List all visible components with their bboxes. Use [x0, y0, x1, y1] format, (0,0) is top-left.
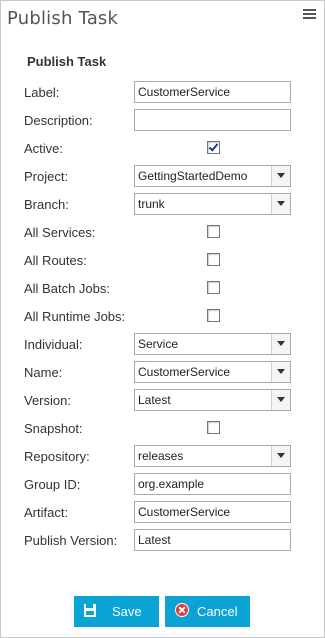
version-field-label: Version: [24, 393, 71, 408]
repository-select-value: releases [138, 449, 184, 463]
branch-select[interactable]: trunk [134, 193, 291, 215]
version-select-value: Latest [138, 393, 171, 407]
group-id-field-label: Group ID: [24, 477, 81, 492]
all-services-row: All Services: [1, 221, 324, 243]
project-select-value: GettingStartedDemo [138, 169, 248, 183]
section-title: Publish Task [27, 54, 107, 69]
label-input[interactable]: CustomerService [134, 81, 291, 103]
repository-row: Repository: releases [1, 445, 324, 467]
chevron-down-icon[interactable] [271, 194, 290, 214]
active-checkbox[interactable] [207, 141, 220, 154]
publish-version-row: Publish Version: Latest [1, 529, 324, 551]
description-row: Description: [1, 109, 324, 131]
name-row: Name: CustomerService [1, 361, 324, 383]
project-select[interactable]: GettingStartedDemo [134, 165, 291, 187]
chevron-down-icon[interactable] [271, 362, 290, 382]
group-id-row: Group ID: org.example [1, 473, 324, 495]
artifact-row: Artifact: CustomerService [1, 501, 324, 523]
group-id-input[interactable]: org.example [134, 473, 291, 495]
publish-version-field-label: Publish Version: [24, 533, 118, 548]
all-services-checkbox[interactable] [207, 225, 220, 238]
active-field-label: Active: [24, 141, 64, 156]
save-button[interactable]: Save [74, 596, 159, 627]
project-field-label: Project: [24, 169, 69, 184]
publish-task-panel: Publish Task Publish Task Label: Custome… [0, 0, 325, 638]
hamburger-menu-icon[interactable] [303, 9, 316, 21]
panel-title: Publish Task [7, 8, 119, 29]
active-row: Active: [1, 137, 324, 159]
chevron-down-icon[interactable] [271, 390, 290, 410]
all-runtime-jobs-checkbox[interactable] [207, 309, 220, 322]
chevron-down-icon[interactable] [271, 166, 290, 186]
repository-select[interactable]: releases [134, 445, 291, 467]
cancel-button-label: Cancel [197, 604, 238, 619]
all-routes-field-label: All Routes: [24, 253, 87, 268]
all-runtime-jobs-field-label: All Runtime Jobs: [24, 309, 126, 324]
version-select[interactable]: Latest [134, 389, 291, 411]
individual-select[interactable]: Service [134, 333, 291, 355]
individual-row: Individual: Service [1, 333, 324, 355]
branch-select-value: trunk [138, 197, 165, 211]
all-batch-jobs-checkbox[interactable] [207, 281, 220, 294]
label-row: Label: CustomerService [1, 81, 324, 103]
save-button-label: Save [112, 604, 142, 619]
snapshot-row: Snapshot: [1, 417, 324, 439]
individual-field-label: Individual: [24, 337, 83, 352]
snapshot-field-label: Snapshot: [24, 421, 83, 436]
name-select-value: CustomerService [138, 365, 231, 379]
chevron-down-icon[interactable] [271, 334, 290, 354]
all-routes-checkbox[interactable] [207, 253, 220, 266]
cancel-circle-icon [175, 603, 189, 617]
artifact-field-label: Artifact: [24, 505, 69, 520]
name-select[interactable]: CustomerService [134, 361, 291, 383]
chevron-down-icon[interactable] [271, 446, 290, 466]
artifact-input[interactable]: CustomerService [134, 501, 291, 523]
publish-version-input[interactable]: Latest [134, 529, 291, 551]
description-field-label: Description: [24, 113, 93, 128]
snapshot-checkbox[interactable] [207, 421, 220, 434]
all-routes-row: All Routes: [1, 249, 324, 271]
repository-field-label: Repository: [24, 449, 90, 464]
project-row: Project: GettingStartedDemo [1, 165, 324, 187]
cancel-button[interactable]: Cancel [165, 596, 250, 627]
label-field-label: Label: [24, 85, 60, 100]
individual-select-value: Service [138, 337, 179, 351]
description-input[interactable] [134, 109, 291, 131]
all-batch-jobs-row: All Batch Jobs: [1, 277, 324, 299]
all-batch-jobs-field-label: All Batch Jobs: [24, 281, 110, 296]
branch-row: Branch: trunk [1, 193, 324, 215]
floppy-disk-icon [84, 604, 96, 617]
version-row: Version: Latest [1, 389, 324, 411]
name-field-label: Name: [24, 365, 63, 380]
all-services-field-label: All Services: [24, 225, 96, 240]
all-runtime-jobs-row: All Runtime Jobs: [1, 305, 324, 327]
branch-field-label: Branch: [24, 197, 69, 212]
